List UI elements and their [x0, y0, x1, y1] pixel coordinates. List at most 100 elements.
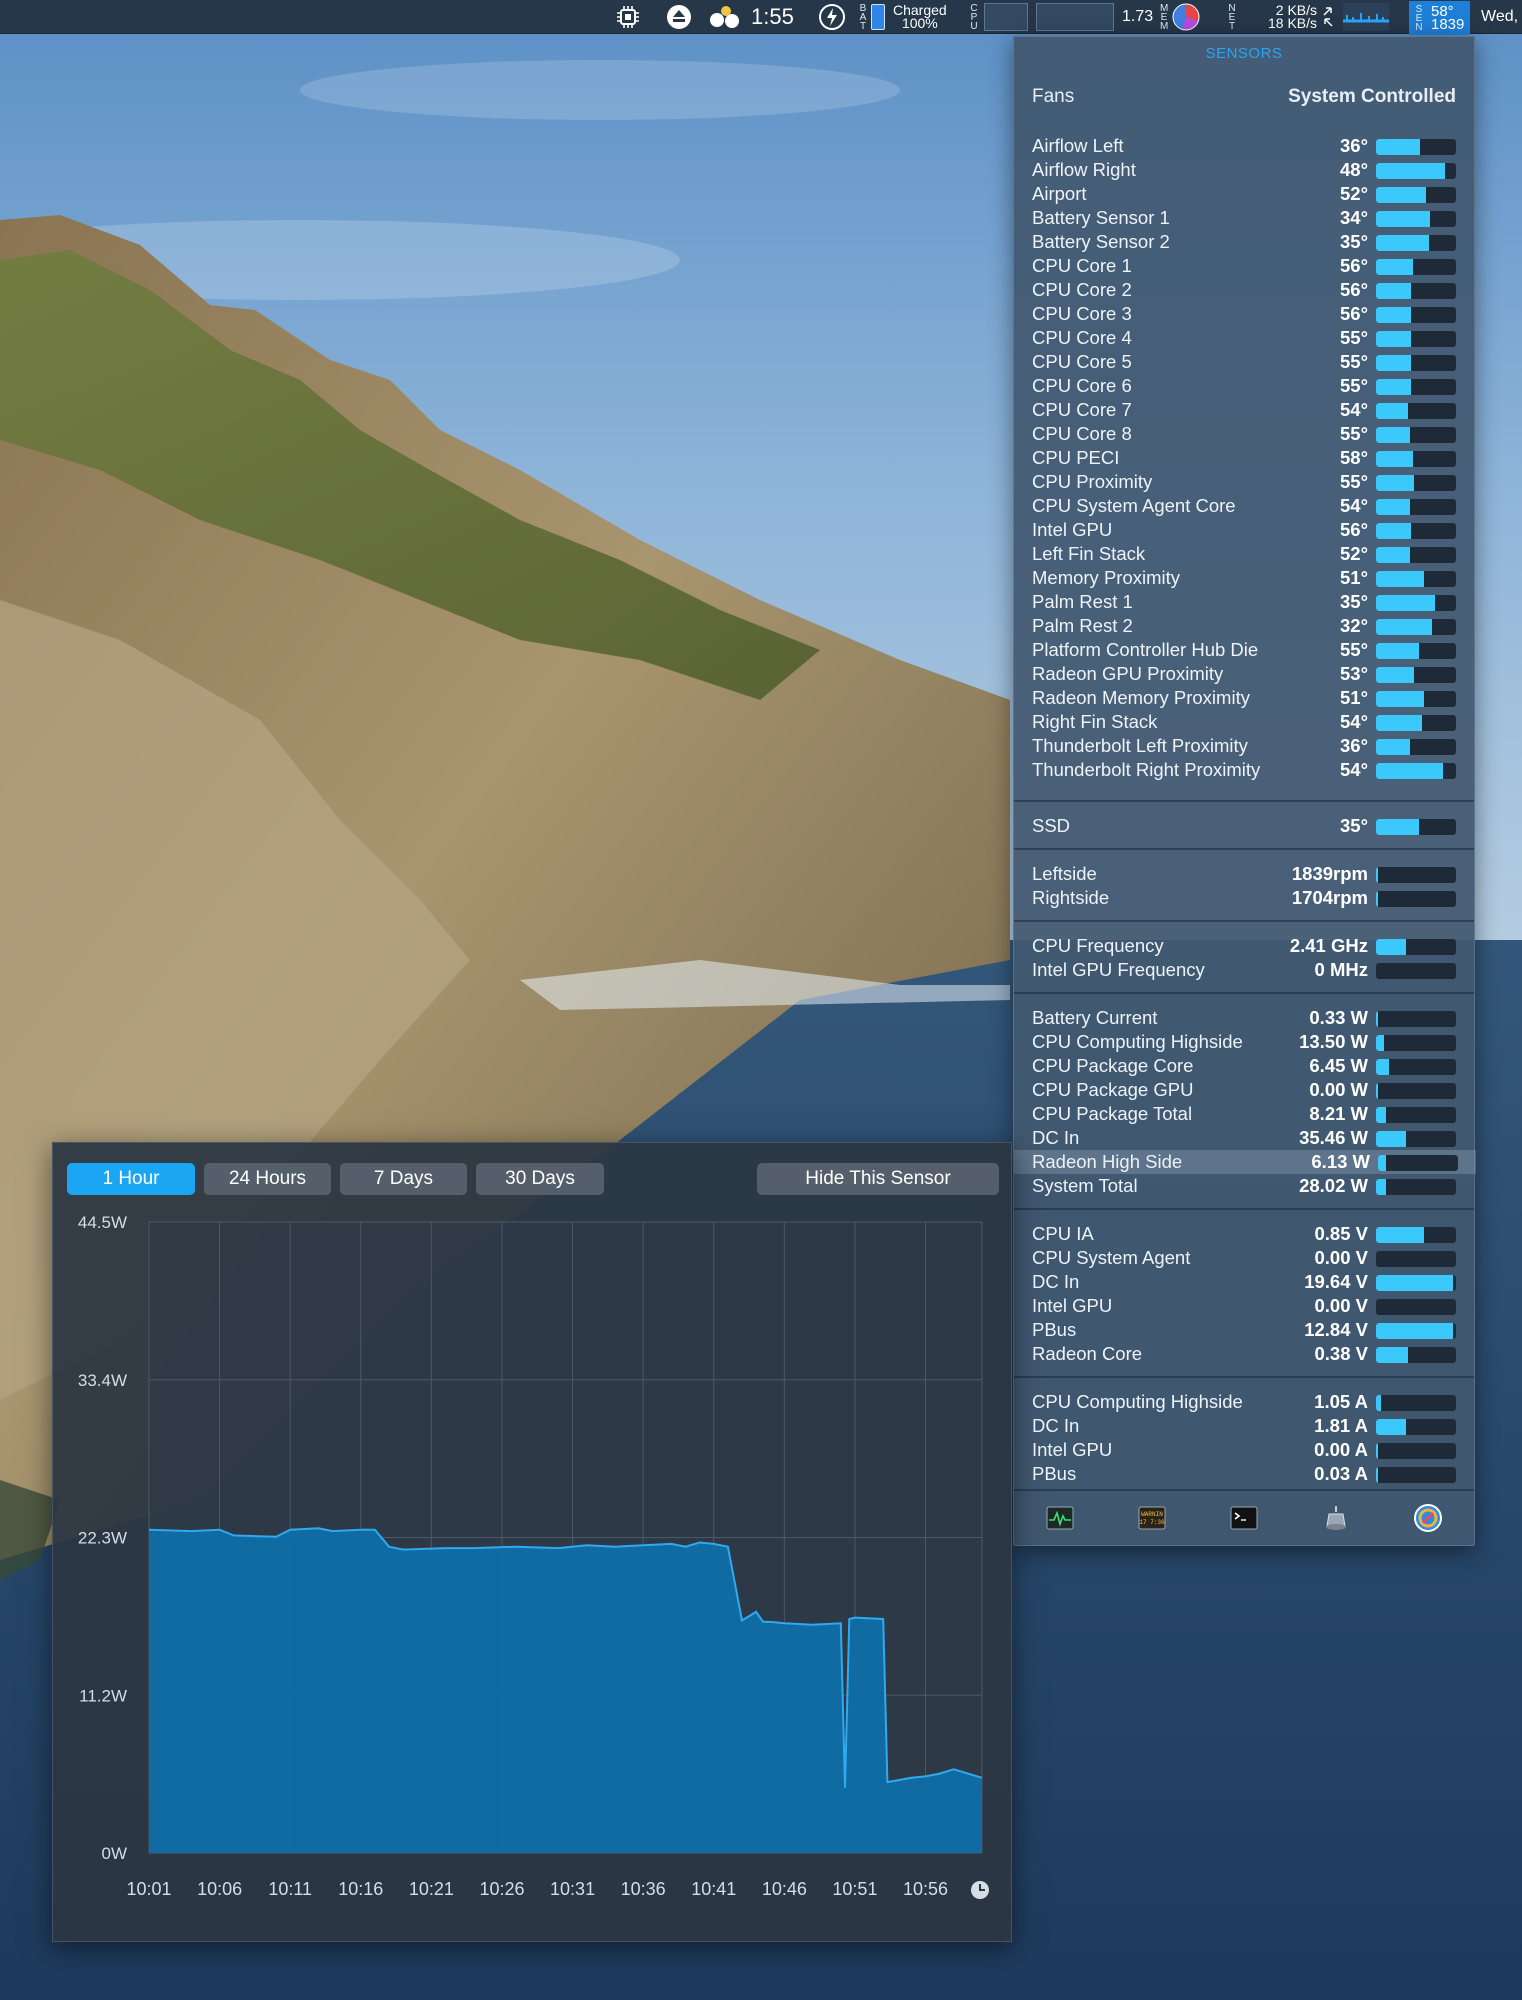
sensor-row[interactable]: CPU Proximity 55°: [1032, 470, 1456, 494]
sensor-row[interactable]: CPU PECI 58°: [1032, 446, 1456, 470]
sensor-row[interactable]: Thunderbolt Left Proximity 36°: [1032, 734, 1456, 758]
sensor-row[interactable]: Airflow Left 36°: [1032, 134, 1456, 158]
clock-icon[interactable]: [971, 1881, 989, 1899]
sensor-name: Palm Rest 1: [1032, 591, 1133, 612]
sensor-row[interactable]: CPU System Agent 0.00 V: [1032, 1246, 1456, 1270]
sensor-level-fill: [1376, 1275, 1453, 1291]
sensor-level-bar: [1376, 211, 1456, 227]
sensors-widget[interactable]: SEN 58° 1839: [1409, 1, 1471, 35]
power-icon[interactable]: [818, 0, 846, 34]
sensor-row[interactable]: CPU Core 6 55°: [1032, 374, 1456, 398]
sensor-level-fill: [1376, 1059, 1389, 1075]
sensor-row[interactable]: Intel GPU Frequency 0 MHz: [1032, 958, 1456, 982]
sensor-row[interactable]: CPU Frequency 2.41 GHz: [1032, 934, 1456, 958]
sensor-level-fill: [1376, 1035, 1384, 1051]
sensor-value: 1704rpm: [1291, 887, 1368, 908]
sensor-row[interactable]: Right Fin Stack 54°: [1032, 710, 1456, 734]
sensor-row[interactable]: Rightside 1704rpm: [1032, 886, 1456, 910]
activity-monitor-icon[interactable]: [1045, 1505, 1075, 1531]
sensor-level-fill: [1376, 499, 1410, 515]
sensor-row[interactable]: Radeon GPU Proximity 53°: [1032, 662, 1456, 686]
sensor-row[interactable]: Palm Rest 1 35°: [1032, 590, 1456, 614]
sensor-row[interactable]: CPU Computing Highside 1.05 A: [1032, 1390, 1456, 1414]
sensor-row[interactable]: Radeon Core 0.38 V: [1032, 1342, 1456, 1366]
disk-utility-icon[interactable]: [1321, 1505, 1351, 1531]
sensor-name: CPU Core 3: [1032, 303, 1132, 324]
sensor-row[interactable]: Radeon High Side 6.13 W: [1014, 1150, 1476, 1174]
sensor-level-fill: [1376, 139, 1420, 155]
sensor-row[interactable]: System Total 28.02 W: [1032, 1174, 1456, 1198]
sensor-level-fill: [1376, 1083, 1378, 1099]
sensor-name: CPU Core 1: [1032, 255, 1132, 276]
menu-clock[interactable]: 1:55: [751, 0, 794, 34]
sensor-level-fill: [1376, 475, 1415, 491]
sensor-row[interactable]: CPU Computing Highside 13.50 W: [1032, 1030, 1456, 1054]
sensor-row[interactable]: CPU Package Total 8.21 W: [1032, 1102, 1456, 1126]
sensor-row[interactable]: CPU Package Core 6.45 W: [1032, 1054, 1456, 1078]
sensor-row[interactable]: Platform Controller Hub Die 55°: [1032, 638, 1456, 662]
sensor-name: CPU Core 2: [1032, 279, 1132, 300]
cpu-widget[interactable]: CPU 1.73: [970, 0, 1153, 34]
sensor-row[interactable]: Battery Current 0.33 W: [1032, 1006, 1456, 1030]
sensor-name: Leftside: [1032, 863, 1097, 884]
sensor-row[interactable]: CPU System Agent Core 54°: [1032, 494, 1456, 518]
sensor-name: PBus: [1032, 1463, 1077, 1484]
sensor-row[interactable]: DC In 19.64 V: [1032, 1270, 1456, 1294]
sensor-name: Intel GPU: [1032, 1295, 1113, 1316]
bubbles-icon[interactable]: [708, 0, 742, 34]
sensor-value: 53°: [1340, 663, 1368, 684]
console-icon[interactable]: WARNIN 17 7:36: [1137, 1505, 1167, 1531]
sensor-row[interactable]: Memory Proximity 51°: [1032, 566, 1456, 590]
network-widget[interactable]: NET 2 KB/s 18 KB/s: [1228, 0, 1390, 34]
cpu-chip-icon[interactable]: [616, 0, 640, 34]
sensor-row[interactable]: CPU Core 1 56°: [1032, 254, 1456, 278]
sensor-level-fill: [1376, 867, 1379, 883]
sensor-row[interactable]: Battery Sensor 2 35°: [1032, 230, 1456, 254]
sensor-value: 35°: [1340, 815, 1368, 836]
sensor-row[interactable]: Thunderbolt Right Proximity 54°: [1032, 758, 1456, 782]
sensor-row[interactable]: Airport 52°: [1032, 182, 1456, 206]
istat-settings-icon[interactable]: [1413, 1504, 1443, 1532]
sensor-row[interactable]: Leftside 1839rpm: [1032, 862, 1456, 886]
sensor-level-fill: [1376, 715, 1423, 731]
sensor-row[interactable]: CPU Package GPU 0.00 W: [1032, 1078, 1456, 1102]
sensor-name: Palm Rest 2: [1032, 615, 1133, 636]
sensor-row[interactable]: CPU Core 7 54°: [1032, 398, 1456, 422]
sensor-row[interactable]: PBus 12.84 V: [1032, 1318, 1456, 1342]
sensor-name: Left Fin Stack: [1032, 543, 1146, 564]
sensor-value: 0.33 W: [1309, 1007, 1368, 1028]
sensor-row[interactable]: PBus 0.03 A: [1032, 1462, 1456, 1486]
sensor-level-bar: [1376, 1035, 1456, 1051]
fans-mode-row[interactable]: Fans System Controlled: [1032, 83, 1456, 111]
sensor-row[interactable]: Radeon Memory Proximity 51°: [1032, 686, 1456, 710]
menu-date[interactable]: Wed,: [1481, 0, 1518, 34]
sensor-row[interactable]: Airflow Right 48°: [1032, 158, 1456, 182]
sensor-row[interactable]: Intel GPU 0.00 V: [1032, 1294, 1456, 1318]
y-tick-label: 22.3W: [78, 1529, 127, 1548]
memory-widget[interactable]: MEM: [1160, 0, 1200, 34]
sensor-row[interactable]: CPU Core 8 55°: [1032, 422, 1456, 446]
terminal-icon[interactable]: [1229, 1505, 1259, 1531]
sensor-row[interactable]: CPU Core 5 55°: [1032, 350, 1456, 374]
sensor-row[interactable]: CPU Core 3 56°: [1032, 302, 1456, 326]
battery-widget[interactable]: BAT Charged 100%: [859, 0, 947, 34]
sensor-level-bar: [1376, 379, 1456, 395]
sensor-row[interactable]: DC In 1.81 A: [1032, 1414, 1456, 1438]
sensor-row[interactable]: Intel GPU 56°: [1032, 518, 1456, 542]
sensor-row[interactable]: Battery Sensor 1 34°: [1032, 206, 1456, 230]
sensor-level-bar: [1376, 1131, 1456, 1147]
sensor-row[interactable]: DC In 35.46 W: [1032, 1126, 1456, 1150]
sensor-row[interactable]: Intel GPU 0.00 A: [1032, 1438, 1456, 1462]
sensor-name: SSD: [1032, 815, 1071, 836]
x-tick-label: 10:06: [197, 1879, 242, 1899]
sensor-row[interactable]: SSD 35°: [1032, 814, 1456, 838]
sensor-value: 6.45 W: [1309, 1055, 1368, 1076]
sensor-row[interactable]: CPU Core 4 55°: [1032, 326, 1456, 350]
sensor-row[interactable]: Palm Rest 2 32°: [1032, 614, 1456, 638]
sensor-row[interactable]: CPU IA 0.85 V: [1032, 1222, 1456, 1246]
eject-icon[interactable]: [666, 0, 692, 34]
sensor-row[interactable]: CPU Core 2 56°: [1032, 278, 1456, 302]
sensor-row[interactable]: Left Fin Stack 52°: [1032, 542, 1456, 566]
sensor-level-fill: [1376, 1467, 1378, 1483]
sensor-value: 55°: [1340, 471, 1368, 492]
